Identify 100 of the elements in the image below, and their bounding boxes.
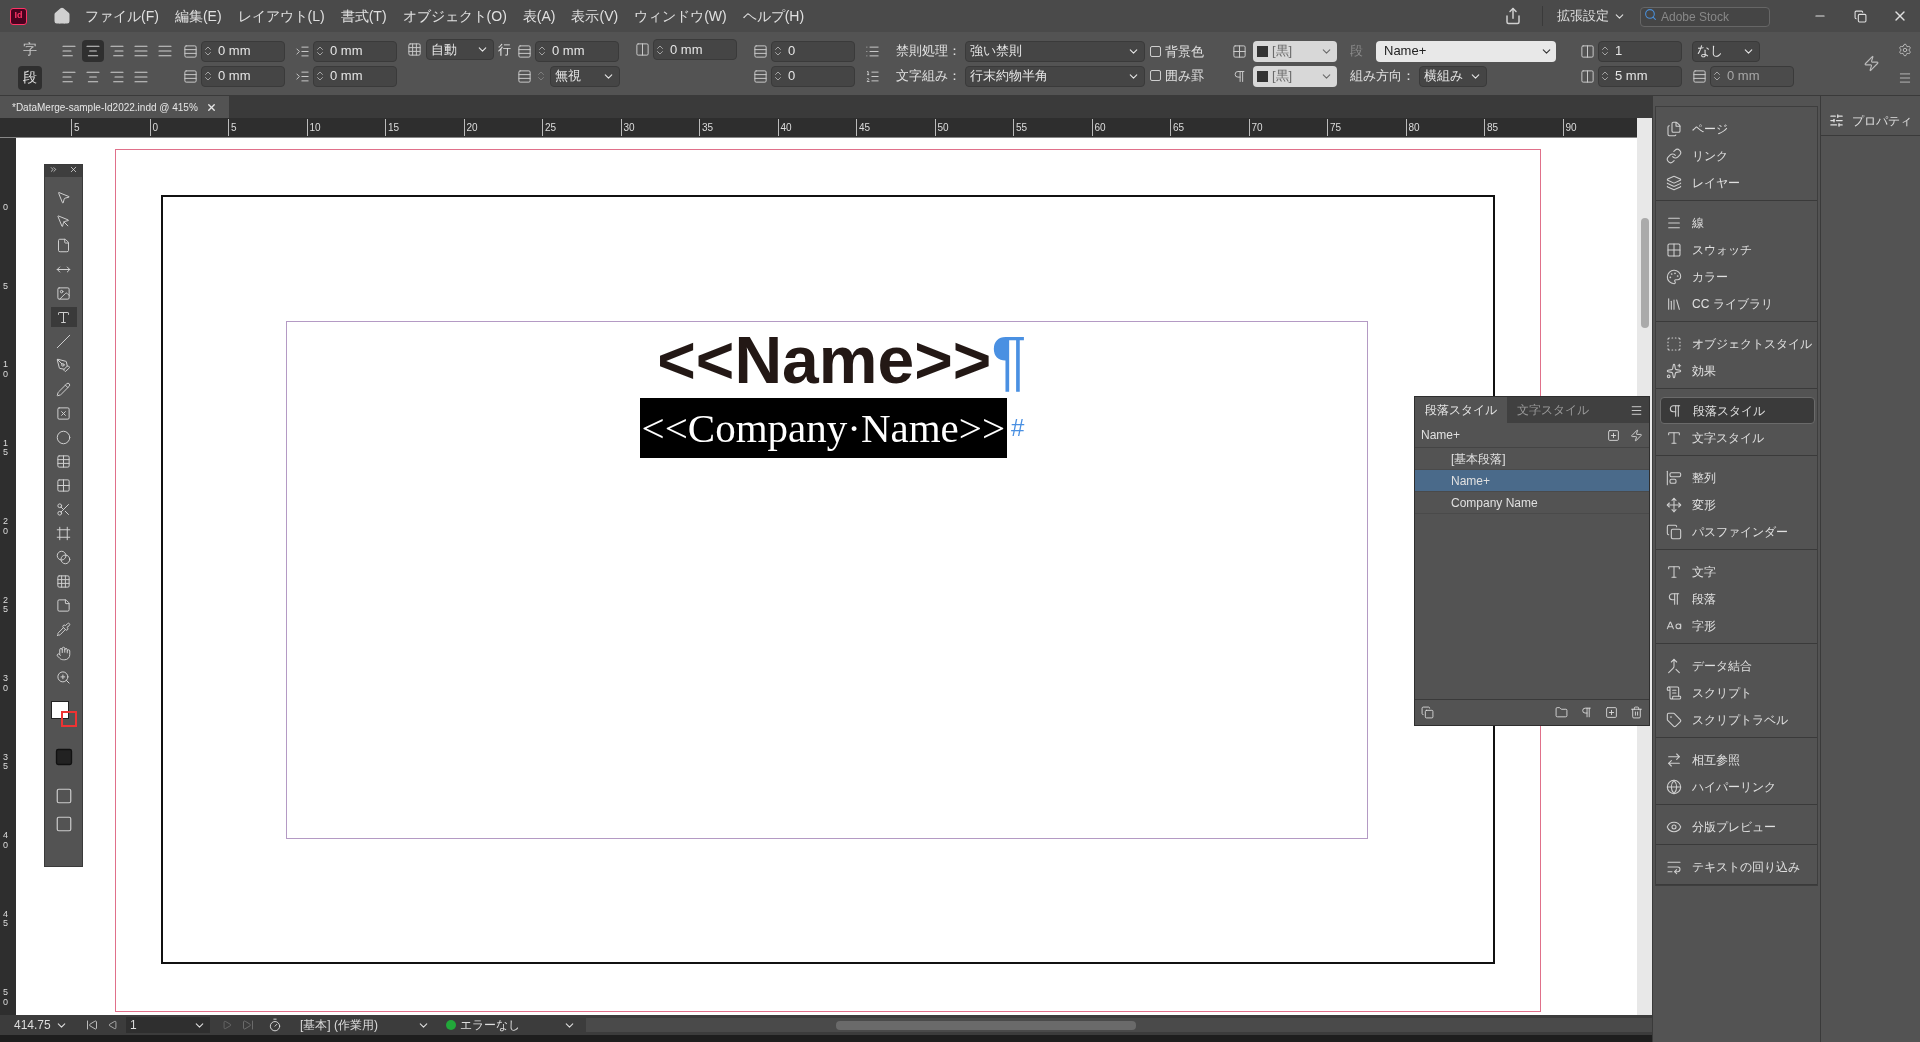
close-icon[interactable]	[69, 165, 78, 174]
panel-button[interactable]: 段落	[1660, 585, 1815, 612]
fill-stroke-swatch[interactable]	[50, 701, 77, 727]
panel-button[interactable]: 相互参照	[1660, 746, 1815, 773]
pen-icon	[56, 357, 71, 373]
ruler-label: 40	[777, 119, 792, 136]
style-item[interactable]: Company Name	[1415, 492, 1649, 514]
dropdown[interactable]: 行末約物半角	[965, 65, 1145, 87]
panel-button[interactable]: 線	[1660, 209, 1815, 236]
panel-button[interactable]: リンク	[1660, 142, 1815, 169]
panel-button[interactable]: データ結合	[1660, 652, 1815, 679]
mode-button[interactable]: 字	[18, 37, 42, 62]
number-field[interactable]: 0	[771, 40, 855, 62]
panel-button[interactable]: 効果	[1660, 357, 1815, 384]
ruler-label: 45	[856, 119, 871, 136]
horizontal-scrollbar[interactable]	[586, 1018, 1652, 1032]
panel-button[interactable]: スクリプトラベル	[1660, 706, 1815, 733]
dropdown[interactable]: 無視	[550, 65, 620, 87]
number-field[interactable]: 5 mm	[1598, 65, 1682, 87]
menu-item[interactable]: ヘルプ(H)	[742, 5, 805, 27]
number-field[interactable]: 0 mm	[201, 65, 285, 87]
properties-button[interactable]: プロパティ	[1821, 106, 1920, 136]
page-dropdown[interactable]: 1	[126, 1017, 210, 1033]
panel-button[interactable]: カラー	[1660, 263, 1815, 290]
spacing-icon	[183, 68, 198, 84]
panel-tab[interactable]: 文字スタイル	[1507, 397, 1599, 423]
menu-item[interactable]: ウィンドウ(W)	[634, 5, 727, 27]
ruler-label: 45	[3, 909, 9, 930]
panel-button[interactable]: レイヤー	[1660, 169, 1815, 196]
menu-item[interactable]: 表(A)	[522, 5, 556, 27]
next-page-icon	[222, 1020, 232, 1030]
collapse-icon[interactable]	[49, 165, 58, 174]
number-field[interactable]: 0 mm	[313, 65, 397, 87]
style-item[interactable]: Name+	[1415, 470, 1649, 492]
number-field[interactable]: 1	[1598, 40, 1682, 62]
checkbox[interactable]: 背景色	[1150, 42, 1232, 62]
dropdown[interactable]: 横組み	[1419, 65, 1487, 87]
panel-button[interactable]: 分版プレビュー	[1660, 813, 1815, 840]
profile-dropdown[interactable]: [基本] (作業用)	[300, 1016, 430, 1034]
swatch-dropdown[interactable]: [黒]	[1253, 40, 1337, 62]
panel-button[interactable]: パスファインダー	[1660, 518, 1815, 545]
panel-button[interactable]: 文字	[1660, 558, 1815, 585]
number-field[interactable]: 0	[771, 65, 855, 87]
books-icon	[1666, 295, 1682, 312]
zoom-dropdown[interactable]: 414.75	[14, 1016, 72, 1034]
stepper-icon	[1711, 70, 1723, 82]
ruler-label: 0	[3, 203, 9, 213]
align-button[interactable]	[82, 39, 104, 62]
plus-square-icon	[1607, 428, 1620, 442]
document-tab[interactable]: *DataMerge-sample-Id2022.indd @ 415%	[0, 96, 229, 118]
ruler-label: 85	[1484, 119, 1499, 136]
dropdown[interactable]: なし	[1692, 40, 1760, 62]
ruler-label: 5	[228, 119, 237, 136]
menu-item[interactable]: レイアウト(L)	[237, 5, 325, 27]
swatch-dropdown[interactable]: [黒]	[1253, 65, 1337, 87]
overlap-squares-icon	[1666, 523, 1682, 540]
panel-button[interactable]: スウォッチ	[1660, 236, 1815, 263]
menu-item[interactable]: 書式(T)	[340, 5, 387, 27]
dropdown[interactable]: 自動	[426, 39, 494, 60]
type-tool[interactable]	[50, 307, 77, 327]
ruler-label: 5	[3, 281, 9, 292]
search-field[interactable]: Adobe Stock	[1640, 7, 1770, 27]
panel-button[interactable]: 変形	[1660, 491, 1815, 518]
panel-button[interactable]: 字形	[1660, 612, 1815, 639]
number-field[interactable]: 0 mm	[313, 40, 397, 62]
preflight-dropdown[interactable]: エラーなし	[460, 1016, 576, 1034]
workspace-dropdown[interactable]: 拡張設定	[1557, 6, 1626, 26]
pages-icon	[1666, 120, 1682, 137]
number-field[interactable]: 0 mm	[201, 40, 285, 62]
gradient-icon	[56, 549, 71, 565]
panel-button[interactable]: スクリプト	[1660, 679, 1815, 706]
mode-button[interactable]: 段	[18, 65, 42, 90]
last-page-icon	[242, 1019, 254, 1031]
panel-button[interactable]: テキストの回り込み	[1660, 853, 1815, 880]
pilcrow-icon	[1667, 402, 1683, 419]
number-field[interactable]: 0 mm	[653, 39, 737, 60]
pilcrow-icon	[1232, 68, 1247, 84]
panel-button[interactable]: オブジェクトスタイル	[1660, 330, 1815, 357]
menu-item[interactable]: 編集(E)	[174, 5, 222, 27]
merge-icon	[1666, 657, 1682, 674]
share-button[interactable]	[1504, 7, 1522, 25]
checkbox[interactable]: 囲み罫	[1150, 65, 1232, 85]
panel-button[interactable]: 整列	[1660, 464, 1815, 491]
spacing-icon	[295, 43, 310, 59]
pilcrow-icon	[1580, 706, 1593, 719]
panel-button[interactable]: ページ	[1660, 115, 1815, 142]
panel-button[interactable]: 段落スタイル	[1660, 397, 1815, 424]
ruler-label: 65	[1170, 119, 1185, 136]
panel-tab[interactable]: 段落スタイル	[1415, 397, 1507, 423]
spacing-icon	[753, 43, 768, 59]
panel-button[interactable]: ハイパーリンク	[1660, 773, 1815, 800]
number-field[interactable]: 0 mm	[535, 40, 619, 62]
menu-item[interactable]: ファイル(F)	[85, 5, 159, 27]
panel-button[interactable]: CC ライブラリ	[1660, 290, 1815, 317]
style-dropdown[interactable]: Name+	[1376, 40, 1556, 62]
dropdown[interactable]: 強い禁則	[965, 40, 1145, 62]
menu-item[interactable]: オブジェクト(O)	[402, 5, 507, 27]
panel-button[interactable]: 文字スタイル	[1660, 424, 1815, 451]
gauge-icon	[268, 1018, 282, 1032]
menu-item[interactable]: 表示(V)	[571, 5, 619, 27]
